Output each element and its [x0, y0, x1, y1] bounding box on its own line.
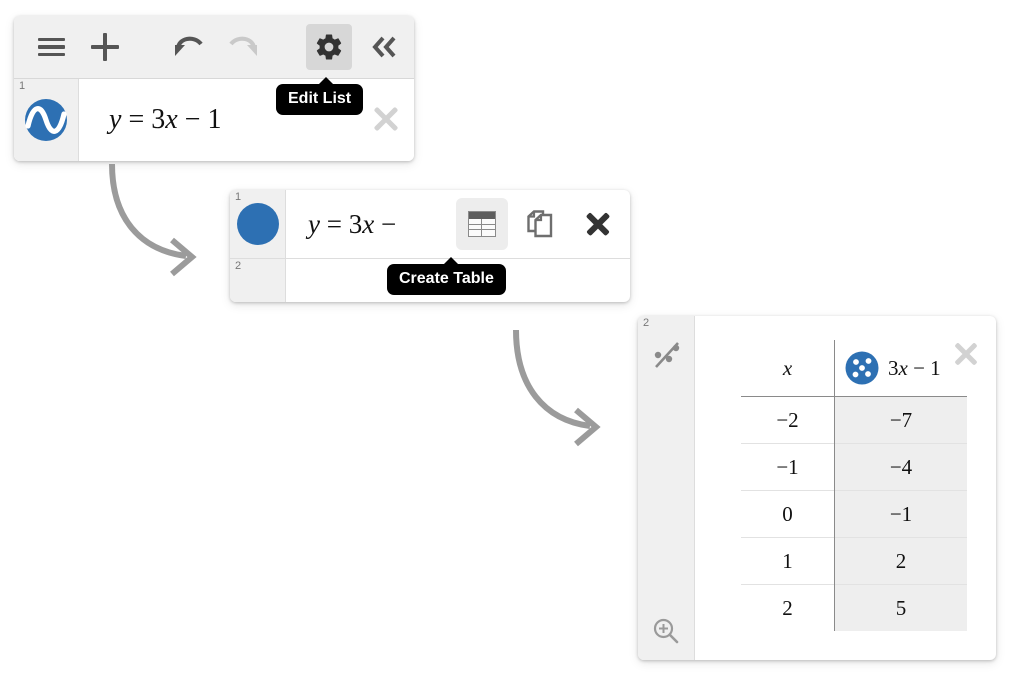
table-row[interactable]: 1 2: [741, 537, 967, 585]
cell-y[interactable]: 5: [834, 584, 967, 631]
cell-x[interactable]: −2: [741, 397, 835, 444]
flow-arrow-two: [513, 329, 601, 447]
cell-y[interactable]: −7: [834, 396, 967, 444]
column-header-y[interactable]: 3x − 1: [834, 340, 967, 397]
plus-glyph: [91, 33, 119, 61]
expression-gutter[interactable]: 1: [14, 79, 79, 161]
table-header: x 3x − 1: [741, 340, 967, 397]
add-icon[interactable]: [82, 24, 128, 70]
expression-text: y = 3x −: [308, 208, 397, 239]
expression-action-bar: [456, 190, 630, 258]
collapse-icon[interactable]: [362, 24, 408, 70]
create-table-button[interactable]: [456, 198, 508, 250]
blue-circle-dot-icon[interactable]: [236, 203, 279, 245]
gear-icon[interactable]: [306, 24, 352, 70]
delete-expression-button[interactable]: [364, 78, 408, 160]
scatter-plot-icon[interactable]: [650, 338, 684, 372]
gear-glyph: [316, 34, 342, 60]
cell-x[interactable]: 2: [741, 584, 835, 631]
cell-y[interactable]: −4: [834, 443, 967, 491]
duplicate-button[interactable]: [514, 198, 566, 250]
expression-row[interactable]: 1 y = 3x −: [230, 190, 630, 259]
table-row[interactable]: 2 5: [741, 584, 967, 631]
undo-icon[interactable]: [166, 24, 212, 70]
cell-x[interactable]: 1: [741, 537, 835, 585]
cell-x[interactable]: 0: [741, 490, 835, 538]
table-body: −2 −7 −1 −4 0 −1 1 2 2 5: [741, 396, 967, 631]
blue-dots-circle-icon[interactable]: [845, 351, 879, 385]
table-row[interactable]: −2 −7: [741, 396, 967, 444]
duplicate-icon: [527, 210, 553, 238]
redo-icon[interactable]: [220, 24, 266, 70]
data-table: x 3x − 1 −2 −7 −1 −4 0 −1 1 2 2 5: [741, 340, 967, 631]
toolbar: [14, 16, 414, 79]
table-gutter[interactable]: 2: [638, 316, 695, 660]
expression-text: y = 3x − 1: [109, 104, 222, 135]
table-index: 2: [643, 317, 650, 329]
table-icon: [468, 211, 496, 237]
table-panel: 2 x 3x − 1 −2 −7 −1 −4 0 −1 1 2 2 5: [638, 316, 996, 660]
tooltip-create-table: Create Table: [387, 256, 506, 296]
column-header-x-label: x: [782, 355, 793, 380]
expression-gutter[interactable]: 1: [230, 190, 286, 258]
zoom-fit-icon[interactable]: [651, 616, 681, 646]
expression-index: 1: [235, 191, 242, 203]
cell-x[interactable]: −1: [741, 443, 835, 491]
close-icon: [371, 104, 401, 134]
double-chevron-left-glyph: [372, 36, 396, 58]
flow-arrow-one: [109, 163, 197, 277]
screenshot-stage: 1 y = 3x − 1 Edit List 1 y = 3x − 2 Crea…: [0, 0, 1032, 686]
expression-gutter[interactable]: 2: [230, 259, 286, 302]
expression-index: 2: [235, 260, 242, 272]
hamburger-glyph: [37, 33, 65, 61]
column-header-x[interactable]: x: [741, 340, 835, 397]
tooltip-edit-list: Edit List: [276, 76, 364, 116]
delete-expression-button[interactable]: [572, 198, 624, 250]
expression-index: 1: [19, 80, 26, 92]
sine-wave-dot-icon[interactable]: [24, 98, 68, 142]
table-header-row: x 3x − 1: [741, 340, 967, 397]
menu-icon[interactable]: [28, 24, 74, 70]
redo-glyph: [229, 36, 257, 56]
undo-glyph: [175, 36, 203, 56]
close-icon: [584, 210, 612, 238]
table-row[interactable]: −1 −4: [741, 443, 967, 491]
table-row[interactable]: 0 −1: [741, 490, 967, 538]
column-header-y-label: 3x − 1: [888, 355, 941, 380]
cell-y[interactable]: −1: [834, 490, 967, 538]
cell-y[interactable]: 2: [834, 537, 967, 585]
